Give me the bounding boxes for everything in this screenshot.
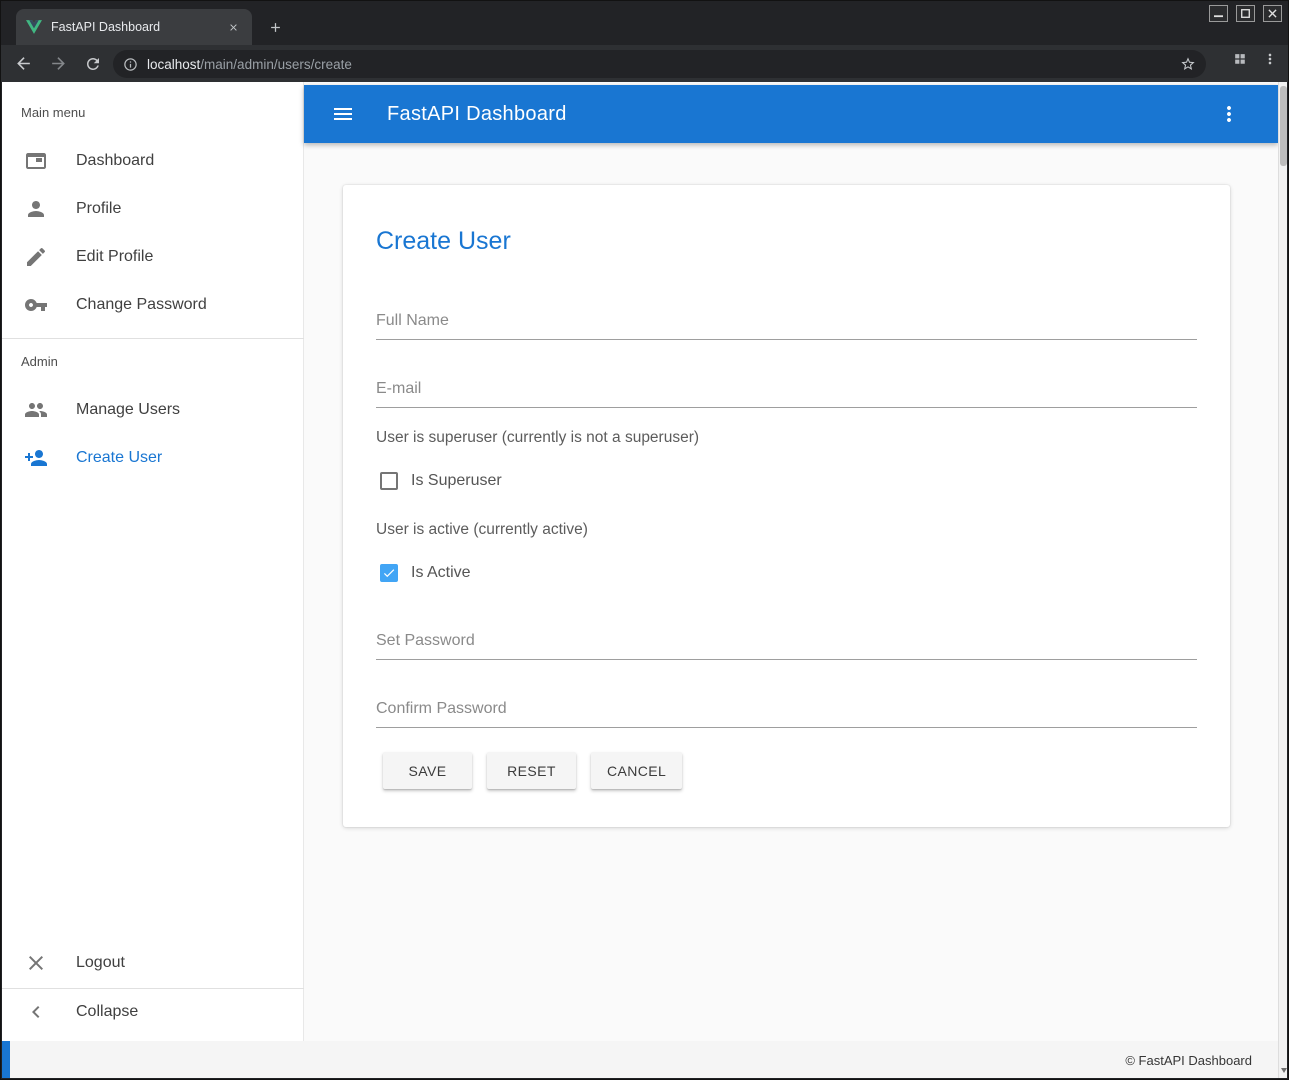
people-icon [24,398,48,422]
sidebar-section-main-menu: Main menu [21,105,85,120]
sidebar-item-label: Profile [76,200,121,218]
sidebar-section-admin: Admin [21,354,58,369]
page-title: Create User [376,227,511,256]
app-title: FastAPI Dashboard [387,103,567,126]
window-close-button[interactable] [1263,5,1282,22]
page-footer: © FastAPI Dashboard [2,1041,1278,1078]
sidebar-divider [2,338,304,339]
footer-copyright: © FastAPI Dashboard [1125,1053,1252,1068]
sidebar-item-label: Edit Profile [76,248,153,266]
sidebar-item-label: Change Password [76,296,207,314]
confirm-password-input[interactable] [376,700,1197,727]
full-name-input[interactable] [376,312,1197,339]
forward-button[interactable] [45,51,71,77]
set-password-input[interactable] [376,632,1197,659]
scrollbar-down-arrow-icon[interactable] [1279,1064,1287,1076]
sidebar-item-logout[interactable]: Logout [2,939,304,987]
reload-button[interactable] [80,51,106,77]
scrollbar-thumb[interactable] [1280,86,1287,166]
url-host: localhost [147,57,200,72]
sidebar-item-label: Dashboard [76,152,154,170]
dashboard-icon [24,149,48,173]
sidebar-item-label: Collapse [76,1003,138,1021]
extensions-icon[interactable] [1232,51,1248,67]
key-icon [24,293,48,317]
close-x-icon [24,951,48,975]
checkbox-label: Is Superuser [411,472,502,490]
browser-toolbar: localhost/main/admin/users/create [1,45,1288,82]
sidebar-item-change-password[interactable]: Change Password [2,281,304,329]
checkbox-icon [380,564,398,582]
hamburger-menu-icon[interactable] [331,102,355,126]
new-tab-button[interactable] [263,15,287,39]
pencil-icon [24,245,48,269]
window-maximize-button[interactable] [1236,5,1255,22]
full-name-field [376,312,1197,340]
superuser-hint-text: User is superuser (currently is not a su… [376,429,699,447]
browser-menu-kebab-icon[interactable] [1262,51,1278,67]
web-page: Main menu Dashboard Profile Edit Profile… [2,82,1287,1078]
sidebar-item-create-user[interactable]: Create User [2,434,304,482]
browser-window: FastAPI Dashboard [0,0,1289,1080]
active-hint-text: User is active (currently active) [376,521,588,539]
create-user-card: Create User User is superuser (currently… [343,185,1230,827]
footer-accent-bar [2,1041,10,1078]
app-header: FastAPI Dashboard [304,85,1278,143]
url-text: localhost/main/admin/users/create [147,57,1180,72]
person-icon [24,197,48,221]
cancel-button[interactable]: CANCEL [591,752,682,789]
sidebar-item-manage-users[interactable]: Manage Users [2,386,304,434]
email-input[interactable] [376,380,1197,407]
checkbox-label: Is Active [411,564,471,582]
sidebar-item-label: Manage Users [76,401,180,419]
site-info-icon[interactable] [123,57,138,72]
sidebar-item-label: Create User [76,449,162,467]
is-active-checkbox[interactable]: Is Active [380,564,471,582]
browser-tab[interactable]: FastAPI Dashboard [16,9,252,45]
tab-title: FastAPI Dashboard [51,20,225,34]
set-password-field [376,632,1197,660]
sidebar-navigation: Main menu Dashboard Profile Edit Profile… [2,82,304,1041]
form-actions: SAVE RESET CANCEL [383,752,682,789]
save-button[interactable]: SAVE [383,752,472,789]
window-minimize-button[interactable] [1209,5,1228,22]
chevron-left-icon [24,1000,48,1024]
checkbox-icon [380,472,398,490]
toolbar-right-icons [1232,51,1278,67]
sidebar-item-profile[interactable]: Profile [2,185,304,233]
email-field [376,380,1197,408]
person-add-icon [24,446,48,470]
sidebar-item-dashboard[interactable]: Dashboard [2,137,304,185]
confirm-password-field [376,700,1197,728]
tab-strip: FastAPI Dashboard [1,1,1288,45]
window-controls [1209,5,1282,22]
back-button[interactable] [10,51,36,77]
app-menu-kebab-icon[interactable] [1217,102,1241,126]
sidebar-item-edit-profile[interactable]: Edit Profile [2,233,304,281]
is-superuser-checkbox[interactable]: Is Superuser [380,472,502,490]
url-path: /main/admin/users/create [200,57,352,72]
tab-close-icon[interactable] [225,19,242,36]
sidebar-item-label: Logout [76,954,125,972]
reset-button[interactable]: RESET [487,752,576,789]
bookmark-star-icon[interactable] [1180,56,1196,72]
vue-logo-favicon-icon [26,19,42,35]
sidebar-item-collapse[interactable]: Collapse [2,988,304,1036]
page-scrollbar[interactable] [1278,82,1287,1078]
address-bar[interactable]: localhost/main/admin/users/create [113,50,1206,78]
